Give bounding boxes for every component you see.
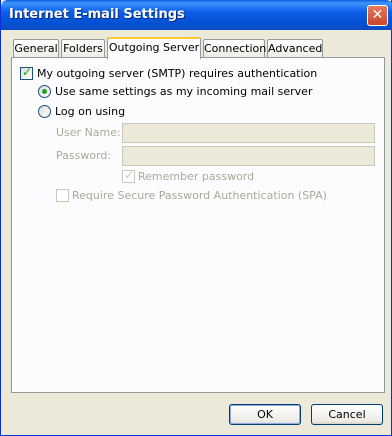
remember-password-checkbox[interactable]: ✓ — [122, 168, 135, 183]
log-on-using-radio[interactable] — [38, 105, 51, 118]
dialog-window: Internet E-mail Settings ✕ General Folde… — [0, 0, 392, 436]
password-field[interactable] — [122, 146, 375, 166]
password-label: Password: — [56, 149, 112, 162]
checkmark-icon: ✓ — [22, 65, 33, 79]
remember-password-label[interactable]: Remember password — [138, 170, 254, 183]
same-settings-label[interactable]: Use same settings as my incoming mail se… — [55, 85, 312, 98]
cancel-button[interactable]: Cancel — [311, 404, 383, 425]
close-icon: ✕ — [371, 7, 384, 23]
radio-dot-icon — [42, 89, 47, 94]
log-on-using-label[interactable]: Log on using — [55, 105, 125, 118]
same-settings-radio[interactable] — [38, 85, 51, 98]
checkmark-icon: ✓ — [124, 168, 135, 182]
window-title: Internet E-mail Settings — [9, 7, 185, 22]
tab-advanced[interactable]: Advanced — [267, 39, 323, 58]
title-bar[interactable]: Internet E-mail Settings ✕ — [1, 0, 392, 30]
tab-connection[interactable]: Connection — [203, 39, 266, 58]
ok-button[interactable]: OK — [229, 404, 301, 425]
username-label: User Name: — [56, 126, 121, 139]
requires-auth-checkbox[interactable]: ✓ — [20, 65, 33, 80]
tab-folders[interactable]: Folders — [61, 39, 105, 58]
outgoing-server-panel: ✓ My outgoing server (SMTP) requires aut… — [11, 57, 385, 393]
username-field[interactable] — [122, 123, 375, 143]
tab-outgoing-server[interactable]: Outgoing Server — [107, 37, 201, 59]
tab-general[interactable]: General — [13, 39, 59, 58]
close-button[interactable]: ✕ — [367, 5, 388, 26]
spa-checkbox[interactable] — [56, 189, 69, 202]
spa-label[interactable]: Require Secure Password Authentication (… — [72, 189, 327, 202]
requires-auth-label[interactable]: My outgoing server (SMTP) requires authe… — [37, 67, 317, 80]
